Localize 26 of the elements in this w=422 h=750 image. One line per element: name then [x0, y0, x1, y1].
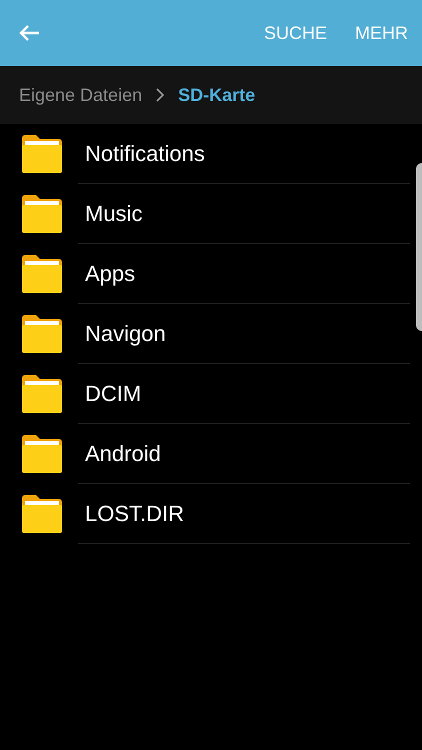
- folder-icon: [21, 254, 63, 294]
- folder-icon: [21, 494, 63, 534]
- folder-item[interactable]: Music: [0, 184, 410, 244]
- folder-item[interactable]: Notifications: [0, 124, 410, 184]
- folder-name: Notifications: [85, 141, 205, 167]
- breadcrumb-link[interactable]: Eigene Dateien: [19, 84, 142, 106]
- folder-name: LOST.DIR: [85, 501, 184, 527]
- folder-item[interactable]: Android: [0, 424, 410, 484]
- folder-item[interactable]: Apps: [0, 244, 410, 304]
- folder-name: DCIM: [85, 381, 142, 407]
- folder-item[interactable]: DCIM: [0, 364, 410, 424]
- folder-icon: [21, 194, 63, 234]
- breadcrumb-link[interactable]: SD-Karte: [178, 84, 256, 106]
- chevron-icon: [156, 88, 164, 102]
- folder-icon: [21, 434, 63, 474]
- folder-item[interactable]: LOST.DIR: [0, 484, 410, 544]
- folder-name: Music: [85, 201, 142, 227]
- folder-name: Apps: [85, 261, 136, 287]
- edge-panel-handle[interactable]: [416, 163, 422, 331]
- folder-name: Navigon: [85, 321, 166, 347]
- folder-icon: [21, 374, 63, 414]
- back-arrow-icon: [18, 24, 40, 42]
- folder-item[interactable]: Navigon: [0, 304, 410, 364]
- folder-icon: [21, 314, 63, 354]
- folder-name: Android: [85, 441, 161, 467]
- folder-icon: [21, 134, 63, 174]
